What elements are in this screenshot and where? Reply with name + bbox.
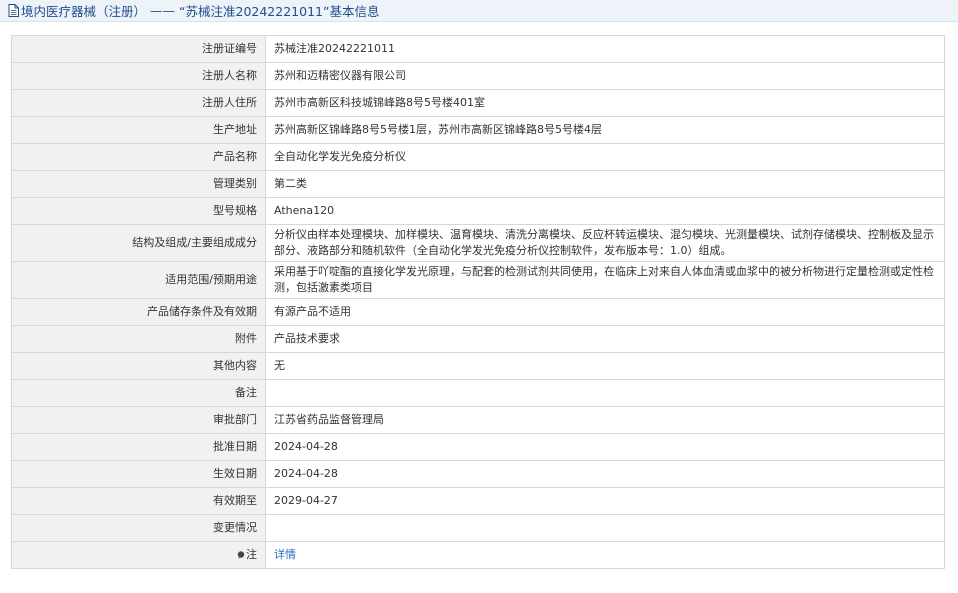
row-value: 2024-04-28 xyxy=(265,433,945,461)
row-value: 苏州高新区锦峰路8号5号楼1层，苏州市高新区锦峰路8号5号楼4层 xyxy=(265,116,945,144)
table-row: 变更情况 xyxy=(11,514,945,542)
row-label: 型号规格 xyxy=(11,197,266,225)
row-value: 2024-04-28 xyxy=(265,460,945,488)
row-value: 全自动化学发光免疫分析仪 xyxy=(265,143,945,171)
row-label: 其他内容 xyxy=(11,352,266,380)
table-row: 生效日期 2024-04-28 xyxy=(11,460,945,488)
row-value: 江苏省药品监督管理局 xyxy=(265,406,945,434)
details-link[interactable]: 详情 xyxy=(274,548,296,561)
row-value: 采用基于吖啶酯的直接化学发光原理，与配套的检测试剂共同使用，在临床上对来自人体血… xyxy=(265,261,945,299)
row-label: 有效期至 xyxy=(11,487,266,515)
table-row: 注册证编号 苏械注准20242221011 xyxy=(11,35,945,63)
row-label: 注册人名称 xyxy=(11,62,266,90)
row-value xyxy=(265,514,945,542)
row-label: 注册证编号 xyxy=(11,35,266,63)
note-label: 注 xyxy=(246,548,257,561)
row-value: 无 xyxy=(265,352,945,380)
table-row-note: 注 详情 xyxy=(11,541,945,569)
table-row: 管理类别 第二类 xyxy=(11,170,945,198)
row-label: 注册人住所 xyxy=(11,89,266,117)
header-category: 境内医疗器械（注册） xyxy=(21,4,147,19)
table-row: 批准日期 2024-04-28 xyxy=(11,433,945,461)
header-record-title: “苏械注准20242221011”基本信息 xyxy=(179,4,380,19)
row-label: 审批部门 xyxy=(11,406,266,434)
row-label: 生效日期 xyxy=(11,460,266,488)
table-row: 适用范围/预期用途 采用基于吖啶酯的直接化学发光原理，与配套的检测试剂共同使用，… xyxy=(11,261,945,299)
row-label: 变更情况 xyxy=(11,514,266,542)
row-label: 产品储存条件及有效期 xyxy=(11,298,266,326)
row-value: 产品技术要求 xyxy=(265,325,945,353)
document-icon xyxy=(8,4,19,17)
page-header: 境内医疗器械（注册） —— “苏械注准20242221011”基本信息 xyxy=(0,0,958,22)
detail-table: 注册证编号 苏械注准20242221011 注册人名称 苏州和迈精密仪器有限公司… xyxy=(11,35,945,569)
table-row: 有效期至 2029-04-27 xyxy=(11,487,945,515)
row-value: 2029-04-27 xyxy=(265,487,945,515)
table-row: 生产地址 苏州高新区锦峰路8号5号楼1层，苏州市高新区锦峰路8号5号楼4层 xyxy=(11,116,945,144)
table-row: 备注 xyxy=(11,379,945,407)
row-value: 有源产品不适用 xyxy=(265,298,945,326)
table-row: 型号规格 Athena120 xyxy=(11,197,945,225)
table-row: 附件 产品技术要求 xyxy=(11,325,945,353)
row-value-note: 详情 xyxy=(265,541,945,569)
pin-icon xyxy=(237,551,245,559)
row-label: 生产地址 xyxy=(11,116,266,144)
row-value: 分析仪由样本处理模块、加样模块、温育模块、清洗分离模块、反应杯转运模块、混匀模块… xyxy=(265,224,945,262)
row-label: 附件 xyxy=(11,325,266,353)
row-value: Athena120 xyxy=(265,197,945,225)
row-value: 苏州市高新区科技城锦峰路8号5号楼401室 xyxy=(265,89,945,117)
row-value xyxy=(265,379,945,407)
row-label: 结构及组成/主要组成成分 xyxy=(11,224,266,262)
row-label: 批准日期 xyxy=(11,433,266,461)
table-row: 其他内容 无 xyxy=(11,352,945,380)
table-row: 结构及组成/主要组成成分 分析仪由样本处理模块、加样模块、温育模块、清洗分离模块… xyxy=(11,224,945,262)
table-row: 注册人住所 苏州市高新区科技城锦峰路8号5号楼401室 xyxy=(11,89,945,117)
row-value: 苏械注准20242221011 xyxy=(265,35,945,63)
table-row: 产品储存条件及有效期 有源产品不适用 xyxy=(11,298,945,326)
row-value: 苏州和迈精密仪器有限公司 xyxy=(265,62,945,90)
row-value: 第二类 xyxy=(265,170,945,198)
detail-table-container: 注册证编号 苏械注准20242221011 注册人名称 苏州和迈精密仪器有限公司… xyxy=(11,35,945,569)
row-label: 备注 xyxy=(11,379,266,407)
header-separator: —— xyxy=(150,3,176,18)
row-label: 适用范围/预期用途 xyxy=(11,261,266,299)
row-label: 产品名称 xyxy=(11,143,266,171)
row-label: 管理类别 xyxy=(11,170,266,198)
row-label-note: 注 xyxy=(11,541,266,569)
table-row: 注册人名称 苏州和迈精密仪器有限公司 xyxy=(11,62,945,90)
table-row: 产品名称 全自动化学发光免疫分析仪 xyxy=(11,143,945,171)
table-row: 审批部门 江苏省药品监督管理局 xyxy=(11,406,945,434)
